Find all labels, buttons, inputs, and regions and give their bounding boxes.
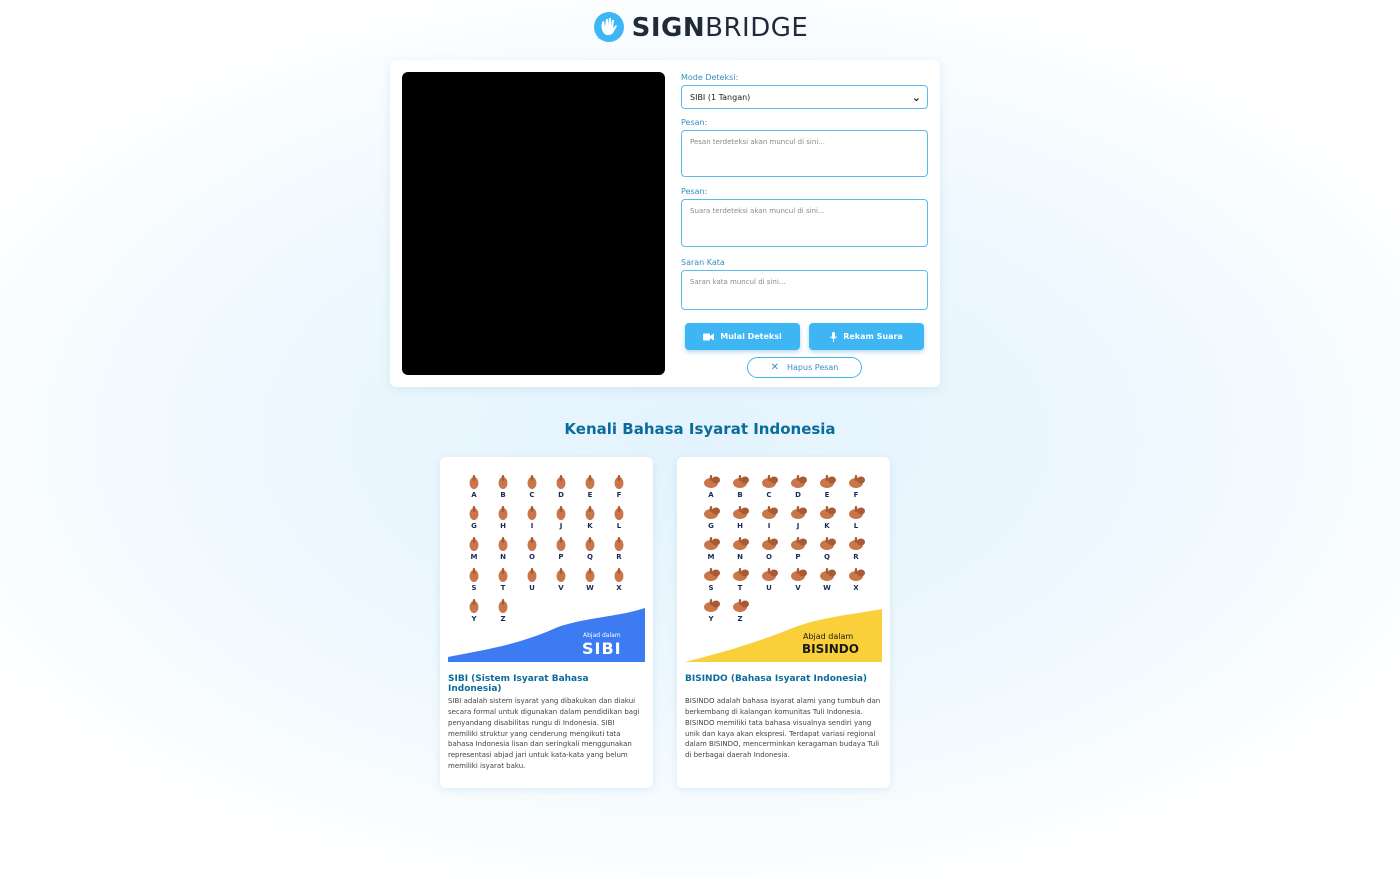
sibi-alphabet-image: A B C D E F G H I J K L M N O P Q R S T U V W X Y Z Abjad dalam S… <box>448 467 645 662</box>
alphabet-letter: J <box>796 522 800 530</box>
alphabet-letter: C <box>529 491 534 499</box>
alphabet-letter: Z <box>737 615 742 623</box>
alphabet-letter: W <box>586 584 594 592</box>
alphabet-letter: M <box>471 553 478 561</box>
alphabet-letter: B <box>737 491 742 499</box>
alphabet-letter: I <box>531 522 534 530</box>
alphabet-letter: O <box>766 553 772 561</box>
brand-name-bold: SIGN <box>631 13 706 43</box>
voice-placeholder: Suara terdeteksi akan muncul di sini... <box>690 207 825 215</box>
camera-preview <box>402 72 665 375</box>
alphabet-letter: T <box>738 584 743 592</box>
alphabet-letter: P <box>558 553 563 561</box>
alphabet-letter: X <box>616 584 622 592</box>
alphabet-letter: B <box>500 491 505 499</box>
suggest-label: Saran Kata <box>681 258 725 267</box>
alphabet-letter: Z <box>500 615 505 623</box>
alphabet-letter: P <box>795 553 800 561</box>
alphabet-letter: A <box>471 491 477 499</box>
alphabet-letter: Y <box>707 615 714 623</box>
alphabet-letter: V <box>795 584 801 592</box>
bisindo-card-title: BISINDO (Bahasa Isyarat Indonesia) <box>685 674 868 684</box>
alphabet-letter: D <box>558 491 564 499</box>
app-header: SIGNBRIDGE <box>0 10 1400 46</box>
alphabet-letter: F <box>854 491 859 499</box>
alphabet-letter: G <box>471 522 477 530</box>
message-label: Pesan: <box>681 118 708 127</box>
bisindo-card-description: BISINDO adalah bahasa isyarat alami yang… <box>685 697 881 760</box>
alphabet-letter: J <box>559 522 563 530</box>
alphabet-letter: H <box>500 522 506 530</box>
alphabet-letter: N <box>500 553 506 561</box>
close-icon: ✕ <box>770 362 779 373</box>
alphabet-letter: U <box>766 584 772 592</box>
sibi-banner-big: SIBI <box>582 639 622 658</box>
alphabet-letter: K <box>824 522 830 530</box>
brand-logo[interactable]: SIGNBRIDGE <box>592 11 809 45</box>
sibi-banner-small: Abjad dalam <box>583 632 621 639</box>
sibi-card-description: SIBI adalah sistem isyarat yang dibakuka… <box>448 697 640 771</box>
record-voice-button[interactable]: Rekam Suara <box>809 323 924 350</box>
alphabet-letter: K <box>587 522 593 530</box>
microphone-icon <box>830 331 838 342</box>
alphabet-letter: I <box>768 522 771 530</box>
bisindo-banner-small: Abjad dalam <box>803 632 853 641</box>
alphabet-letter: U <box>529 584 535 592</box>
alphabet-letter: A <box>708 491 714 499</box>
suggest-textarea[interactable]: Saran kata muncul di sini... <box>681 270 928 310</box>
hand-chat-icon <box>593 12 624 42</box>
message-placeholder: Pesan terdeteksi akan muncul di sini... <box>690 138 825 146</box>
mode-select-value: SIBI (1 Tangan) <box>690 92 751 102</box>
brand-name: SIGNBRIDGE <box>632 15 809 41</box>
alphabet-letter: G <box>708 522 714 530</box>
alphabet-letter: H <box>737 522 743 530</box>
clear-message-label: Hapus Pesan <box>787 363 839 372</box>
sibi-card-title: SIBI (Sistem Isyarat Bahasa Indonesia) <box>448 674 589 694</box>
alphabet-letter: E <box>588 491 593 499</box>
alphabet-letter: W <box>823 584 831 592</box>
sibi-card[interactable]: A B C D E F G H I J K L M N O P Q R S T U V W X Y Z Abjad dalam S… <box>440 457 653 788</box>
brand-name-light: BRIDGE <box>705 13 809 43</box>
alphabet-letter: D <box>795 491 801 499</box>
mode-label: Mode Deteksi: <box>681 73 739 82</box>
alphabet-letter: S <box>708 584 713 592</box>
alphabet-letter: E <box>825 491 830 499</box>
alphabet-letter: R <box>616 553 622 561</box>
bisindo-banner-big: BISINDO <box>802 642 859 656</box>
alphabet-letter: M <box>708 553 715 561</box>
alphabet-letter: X <box>853 584 859 592</box>
alphabet-letter: T <box>501 584 506 592</box>
video-camera-icon <box>703 333 715 340</box>
voice-label: Pesan: <box>681 187 708 196</box>
suggest-placeholder: Saran kata muncul di sini... <box>690 278 786 286</box>
message-textarea[interactable]: Pesan terdeteksi akan muncul di sini... <box>681 130 928 177</box>
alphabet-letter: C <box>766 491 771 499</box>
alphabet-letter: F <box>617 491 622 499</box>
start-detection-label: Mulai Deteksi <box>720 332 782 341</box>
alphabet-letter: R <box>853 553 859 561</box>
alphabet-letter: Q <box>587 553 593 561</box>
voice-textarea[interactable]: Suara terdeteksi akan muncul di sini... <box>681 199 928 247</box>
chevron-down-icon: ⌄ <box>911 90 921 104</box>
detection-panel: Mode Deteksi: SIBI (1 Tangan) ⌄ Pesan: P… <box>390 60 940 387</box>
start-detection-button[interactable]: Mulai Deteksi <box>685 323 800 350</box>
mode-select[interactable]: SIBI (1 Tangan) ⌄ <box>681 85 928 109</box>
alphabet-letter: Q <box>824 553 830 561</box>
alphabet-letter: L <box>617 522 622 530</box>
controls-column: Mode Deteksi: SIBI (1 Tangan) ⌄ Pesan: P… <box>681 72 928 378</box>
record-voice-label: Rekam Suara <box>843 332 903 341</box>
alphabet-letter: Y <box>470 615 477 623</box>
action-buttons: Mulai Deteksi Rekam Suara <box>681 323 928 350</box>
alphabet-letter: S <box>471 584 476 592</box>
bisindo-alphabet-image: A B C D E F G H I J K L M N O P Q R S T U V W X Y Z Abjad dalam B… <box>685 467 882 662</box>
clear-message-button[interactable]: ✕ Hapus Pesan <box>747 357 862 378</box>
section-title: Kenali Bahasa Isyarat Indonesia <box>564 420 836 438</box>
alphabet-letter: V <box>558 584 564 592</box>
bisindo-card[interactable]: A B C D E F G H I J K L M N O P Q R S T U V W X Y Z Abjad dalam B… <box>677 457 890 788</box>
alphabet-letter: N <box>737 553 743 561</box>
alphabet-letter: L <box>854 522 859 530</box>
alphabet-letter: O <box>529 553 535 561</box>
